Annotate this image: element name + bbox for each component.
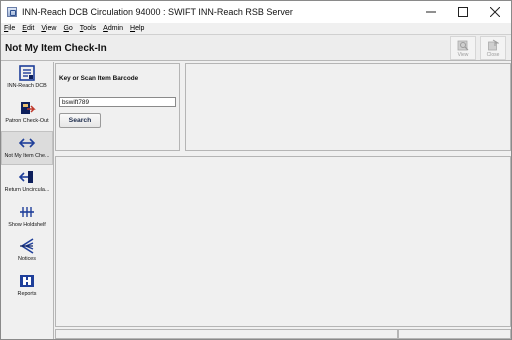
holdshelf-icon: [20, 207, 34, 217]
app-window: INN-Reach DCB Circulation 94000 : SWIFT …: [0, 0, 512, 340]
sidebar-item-return-uncirculated[interactable]: Return Uncircula...: [1, 166, 53, 200]
view-icon: [457, 40, 469, 51]
barcode-label: Key or Scan Item Barcode: [59, 75, 139, 82]
not-my-item-checkin-icon: [18, 138, 36, 148]
barcode-input[interactable]: [59, 97, 176, 107]
minimize-button[interactable]: [415, 1, 447, 23]
sidebar: INN-Reach DCB Patron Check-Out Not My It…: [1, 62, 54, 339]
results-panel: [55, 156, 511, 327]
menu-view-label: iew: [45, 25, 57, 32]
status-bar: [55, 329, 511, 339]
menu-admin[interactable]: Admin: [103, 25, 123, 32]
menu-edit[interactable]: Edit: [22, 25, 34, 32]
close-icon: [490, 7, 500, 17]
menu-edit-label: dit: [26, 25, 35, 32]
sidebar-item-label: Reports: [17, 291, 37, 297]
close-doc-icon: [488, 39, 499, 51]
sidebar-item-label: Return Uncircula...: [4, 187, 50, 193]
sidebar-item-patron-check-out[interactable]: Patron Check-Out: [1, 97, 53, 131]
menu-go[interactable]: Go: [63, 25, 72, 32]
app-icon: [7, 7, 17, 17]
page-title: Not My Item Check-In: [5, 43, 107, 54]
minimize-icon: [426, 11, 436, 13]
item-info-panel: [185, 63, 511, 151]
window-title: INN-Reach DCB Circulation 94000 : SWIFT …: [22, 7, 293, 17]
close-button[interactable]: Close: [480, 36, 506, 60]
close-window-button[interactable]: [479, 1, 511, 23]
close-button-label: Close: [486, 52, 500, 58]
menu-help-label: elp: [135, 25, 145, 32]
sidebar-item-label: Notices: [18, 256, 36, 262]
menu-tools[interactable]: Tools: [80, 25, 96, 32]
view-button-label: View: [457, 52, 469, 58]
sidebar-item-inn-reach-dcb[interactable]: INN-Reach DCB: [1, 62, 53, 96]
menu-tools-label: ools: [83, 25, 97, 32]
menu-admin-label: dmin: [107, 25, 123, 32]
menu-file-label: ile: [8, 25, 16, 32]
page-header: Not My Item Check-In View Close: [1, 34, 511, 61]
maximize-icon: [458, 7, 468, 17]
sidebar-item-label: Show Holdshelf: [8, 222, 46, 228]
status-cell-secondary: [398, 329, 511, 339]
menu-view[interactable]: View: [41, 25, 56, 32]
title-bar: INN-Reach DCB Circulation 94000 : SWIFT …: [1, 1, 511, 23]
maximize-button[interactable]: [447, 1, 479, 23]
search-button[interactable]: Search: [59, 113, 101, 128]
view-button[interactable]: View: [450, 36, 476, 60]
sidebar-item-label: Not My Item Che...: [4, 153, 50, 159]
menu-go-label: o: [68, 25, 73, 32]
sidebar-item-label: Patron Check-Out: [5, 118, 49, 124]
sidebar-item-not-my-item-check-in[interactable]: Not My Item Che...: [1, 131, 53, 165]
menu-bar: File Edit View Go Tools Admin Help: [1, 23, 511, 34]
return-uncirculated-icon: [18, 171, 33, 183]
notices-icon: [20, 238, 34, 254]
sidebar-item-label: INN-Reach DCB: [7, 83, 47, 89]
sidebar-item-notices[interactable]: Notices: [1, 235, 53, 269]
sidebar-item-show-holdshelf[interactable]: Show Holdshelf: [1, 201, 53, 235]
search-panel: Key or Scan Item Barcode Search: [55, 63, 180, 151]
reports-icon: [20, 275, 34, 287]
dcb-icon: [19, 65, 35, 81]
menu-file[interactable]: File: [4, 25, 15, 32]
status-cell-main: [55, 329, 398, 339]
sidebar-item-reports[interactable]: Reports: [1, 270, 53, 304]
menu-help[interactable]: Help: [130, 25, 144, 32]
checkout-icon: [21, 102, 36, 114]
window-controls: [415, 1, 511, 23]
